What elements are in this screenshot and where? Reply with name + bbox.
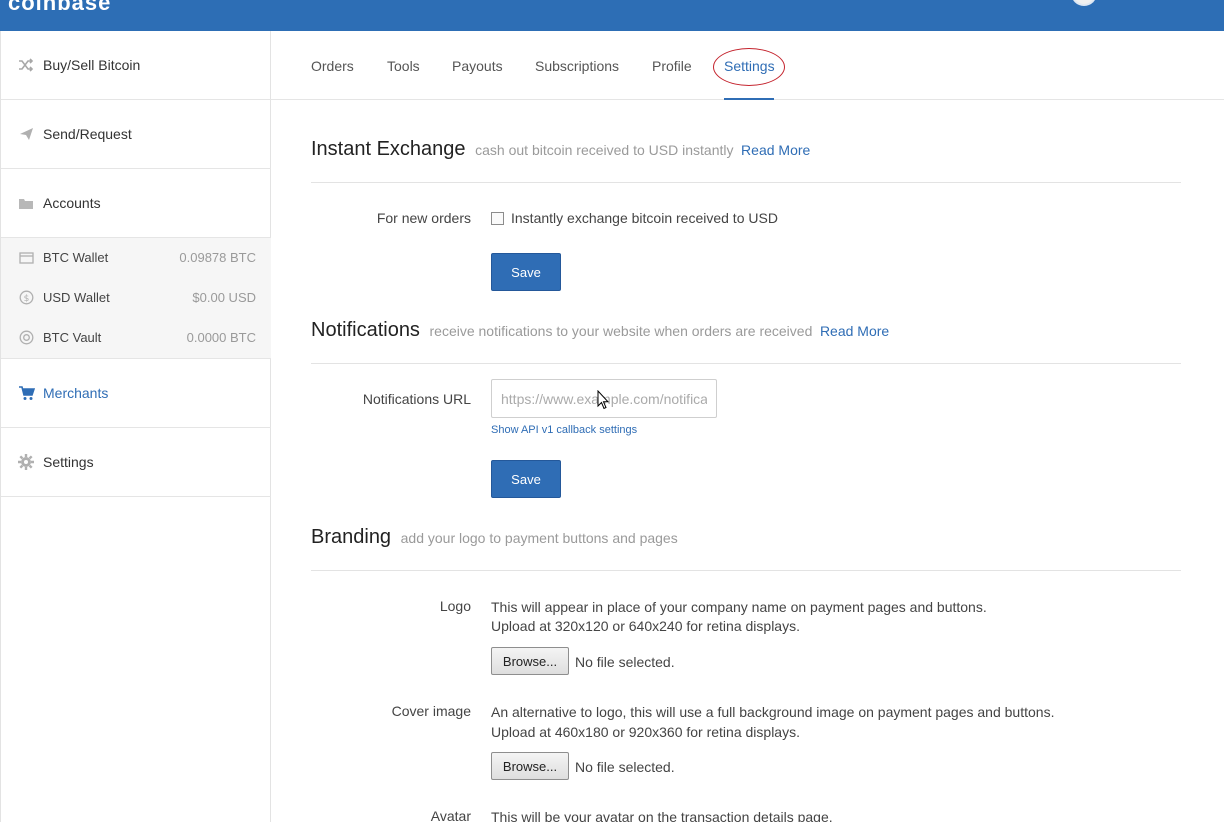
sidebar-item-label: Settings [43,454,94,470]
mouse-cursor-icon [597,390,609,410]
field-label-cover-image: Cover image [391,703,471,719]
divider [311,182,1181,183]
paper-plane-icon [17,125,35,143]
account-row-btc-vault[interactable]: BTC Vault 0.0000 BTC [1,318,271,358]
sidebar-item-merchants[interactable]: Merchants [1,359,271,428]
cart-icon [17,384,35,402]
sidebar-item-label: Accounts [43,195,101,211]
account-balance: 0.09878 BTC [179,250,256,265]
tab-payouts[interactable]: Payouts [452,58,503,74]
account-row-btc-wallet[interactable]: BTC Wallet 0.09878 BTC [1,238,271,278]
instant-exchange-checkbox[interactable] [491,212,504,225]
sidebar-item-label: Buy/Sell Bitcoin [43,57,141,73]
account-name: BTC Wallet [43,250,109,265]
accounts-sublist: BTC Wallet 0.09878 BTC $ USD Wallet $0.0… [1,238,271,359]
tab-tools[interactable]: Tools [387,58,420,74]
tab-orders[interactable]: Orders [311,58,354,74]
active-tab-indicator [724,98,774,100]
field-label-logo: Logo [439,598,471,614]
tab-profile[interactable]: Profile [652,58,692,74]
logo-file-status: No file selected. [575,654,675,670]
read-more-link[interactable]: Read More [820,323,889,339]
sidebar-item-buy-sell[interactable]: Buy/Sell Bitcoin [1,31,271,100]
save-notifications-button[interactable]: Save [491,460,561,498]
sidebar-item-send-request[interactable]: Send/Request [1,100,271,169]
sidebar-item-settings[interactable]: Settings [1,428,271,497]
tab-subscriptions[interactable]: Subscriptions [535,58,619,74]
cover-description: An alternative to logo, this will use a … [491,704,1055,720]
logo-browse-button[interactable]: Browse... [491,647,569,675]
wallet-icon [18,249,34,265]
section-title-instant-exchange: Instant Exchange cash out bitcoin receiv… [311,138,810,161]
annotation-ellipse [713,48,785,86]
field-label-avatar: Avatar [430,808,471,822]
sidebar: Buy/Sell Bitcoin Send/Request Accounts B… [0,31,271,822]
account-balance: $0.00 USD [192,290,256,305]
section-heading: Branding [311,526,392,548]
section-subtitle: cash out bitcoin received to USD instant… [475,142,734,158]
sidebar-item-label: Send/Request [43,126,132,142]
account-row-usd-wallet[interactable]: $ USD Wallet $0.00 USD [1,278,271,318]
sidebar-item-accounts[interactable]: Accounts [1,169,271,238]
sidebar-item-label: Merchants [43,385,109,401]
user-avatar[interactable] [1071,0,1097,6]
account-name: BTC Vault [43,330,102,345]
avatar-description: This will be your avatar on the transact… [491,809,833,822]
cover-file-status: No file selected. [575,759,675,775]
logo-size-hint: Upload at 320x120 or 640x240 for retina … [491,618,800,634]
save-instant-exchange-button[interactable]: Save [491,253,561,291]
section-heading: Instant Exchange [311,138,466,160]
field-label-new-orders: For new orders [376,210,471,226]
checkbox-label[interactable]: Instantly exchange bitcoin received to U… [511,210,778,226]
dollar-coin-icon: $ [18,289,34,305]
account-balance: 0.0000 BTC [186,330,256,345]
divider [311,363,1181,364]
logo-description: This will appear in place of your compan… [491,599,987,615]
section-subtitle: add your logo to payment buttons and pag… [400,530,678,546]
folder-icon [17,194,35,212]
account-name: USD Wallet [43,290,110,305]
svg-text:$: $ [23,294,29,304]
brand-logo[interactable]: coinbase [8,0,111,16]
merchant-tabs: Orders Tools Payouts Subscriptions Profi… [271,31,1224,100]
section-subtitle: receive notifications to your website wh… [429,323,813,339]
divider [311,570,1181,571]
field-label-notifications-url: Notifications URL [362,391,471,407]
cover-browse-button[interactable]: Browse... [491,752,569,780]
top-navbar: coinbase [0,0,1224,31]
show-api-callback-link[interactable]: Show API v1 callback settings [491,424,637,436]
read-more-link[interactable]: Read More [741,142,810,158]
vault-icon [18,329,34,345]
section-heading: Notifications [311,319,420,341]
cover-size-hint: Upload at 460x180 or 920x360 for retina … [491,724,800,740]
gear-icon [17,453,35,471]
shuffle-icon [17,56,35,74]
section-title-branding: Branding add your logo to payment button… [311,526,678,549]
section-title-notifications: Notifications receive notifications to y… [311,319,889,342]
